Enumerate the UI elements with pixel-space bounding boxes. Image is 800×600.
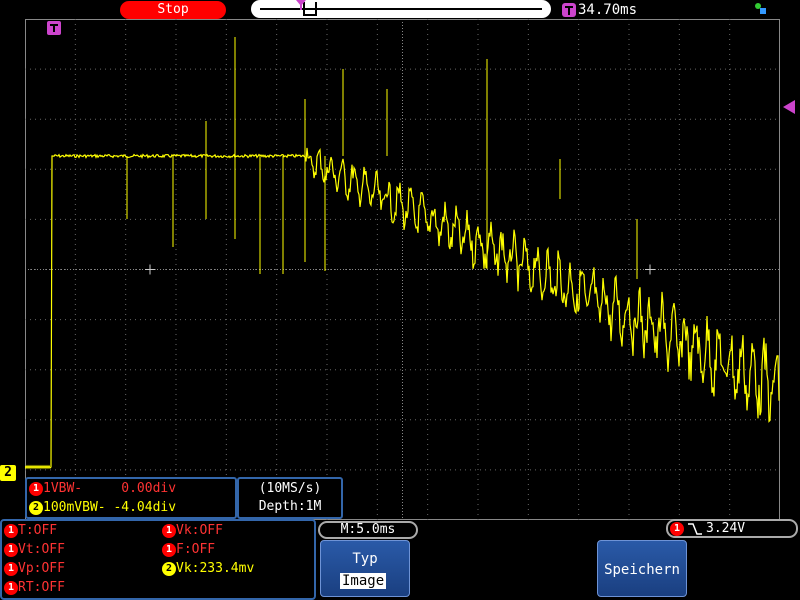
waveform-canvas (25, 19, 780, 520)
meas-vp: 1 Vp:OFF (4, 561, 65, 576)
trigger-time-icon (562, 3, 576, 17)
ch1-badge: 1 (162, 523, 176, 538)
type-label: Typ (352, 551, 378, 567)
waveform-display[interactable] (25, 19, 780, 520)
meas-ch2-vk: 2 Vk:233.4mv (162, 561, 254, 576)
falling-edge-icon (688, 523, 702, 535)
ch1-badge: 1 (4, 580, 18, 595)
meas-frequency: 1 F:OFF (162, 542, 215, 557)
ch1-badge: 1 (4, 523, 18, 538)
trigger-time-marker-icon[interactable] (47, 21, 61, 35)
ch1-settings: 1VBW- 0.00div (43, 481, 177, 496)
sample-rate: (10MS/s) (258, 481, 322, 496)
type-softkey[interactable]: Typ Image (320, 540, 410, 597)
trigger-readout[interactable]: 1 3.24V (666, 519, 798, 538)
ch2-level-marker[interactable]: 2 (0, 465, 16, 481)
acquisition-info-panel: (10MS/s) Depth:1M (237, 477, 343, 519)
trigger-source-badge: 1 (670, 522, 684, 536)
save-softkey[interactable]: Speichern (597, 540, 687, 597)
meas-vt: 1 Vt:OFF (4, 542, 65, 557)
memory-depth: Depth:1M (258, 499, 322, 514)
timebase-readout[interactable]: M:5.0ms (318, 521, 418, 539)
meas-rt: 1 RT:OFF (4, 580, 65, 595)
ch2-badge: 2 (162, 561, 176, 576)
trigger-level-marker-icon[interactable] (781, 100, 795, 114)
run-stop-status[interactable]: Stop (120, 1, 226, 19)
ch1-badge: 1 (4, 542, 18, 557)
ch1-badge: 1 (4, 561, 18, 576)
channel-info-panel: 1 1VBW- 0.00div 2 100mVBW- -4.04div (25, 477, 237, 519)
measurement-panel: 1 T:OFF 1 Vt:OFF 1 Vp:OFF 1 RT:OFF 1 Vk:OFF 1… (0, 519, 316, 600)
meas-vk: 1 Vk:OFF (162, 523, 223, 538)
trigger-position-marker-icon (296, 0, 306, 10)
ch1-badge: 1 (162, 542, 176, 557)
ch2-settings: 100mVBW- -4.04div (43, 500, 177, 515)
save-label: Speichern (604, 562, 680, 578)
meas-period: 1 T:OFF (4, 523, 57, 538)
type-value: Image (340, 573, 387, 589)
trigger-time-value: 34.70ms (578, 2, 638, 18)
waveform-spikes (126, 37, 638, 279)
ch2-badge: 2 (29, 500, 43, 515)
ch1-info: 1 1VBW- 0.00div (29, 481, 176, 499)
ch1-badge: 1 (29, 481, 43, 496)
ch2-info: 2 100mVBW- -4.04div (29, 500, 176, 518)
graticule-grid (25, 19, 780, 520)
usb-icon (755, 3, 766, 14)
trigger-level-value: 3.24V (706, 521, 746, 536)
